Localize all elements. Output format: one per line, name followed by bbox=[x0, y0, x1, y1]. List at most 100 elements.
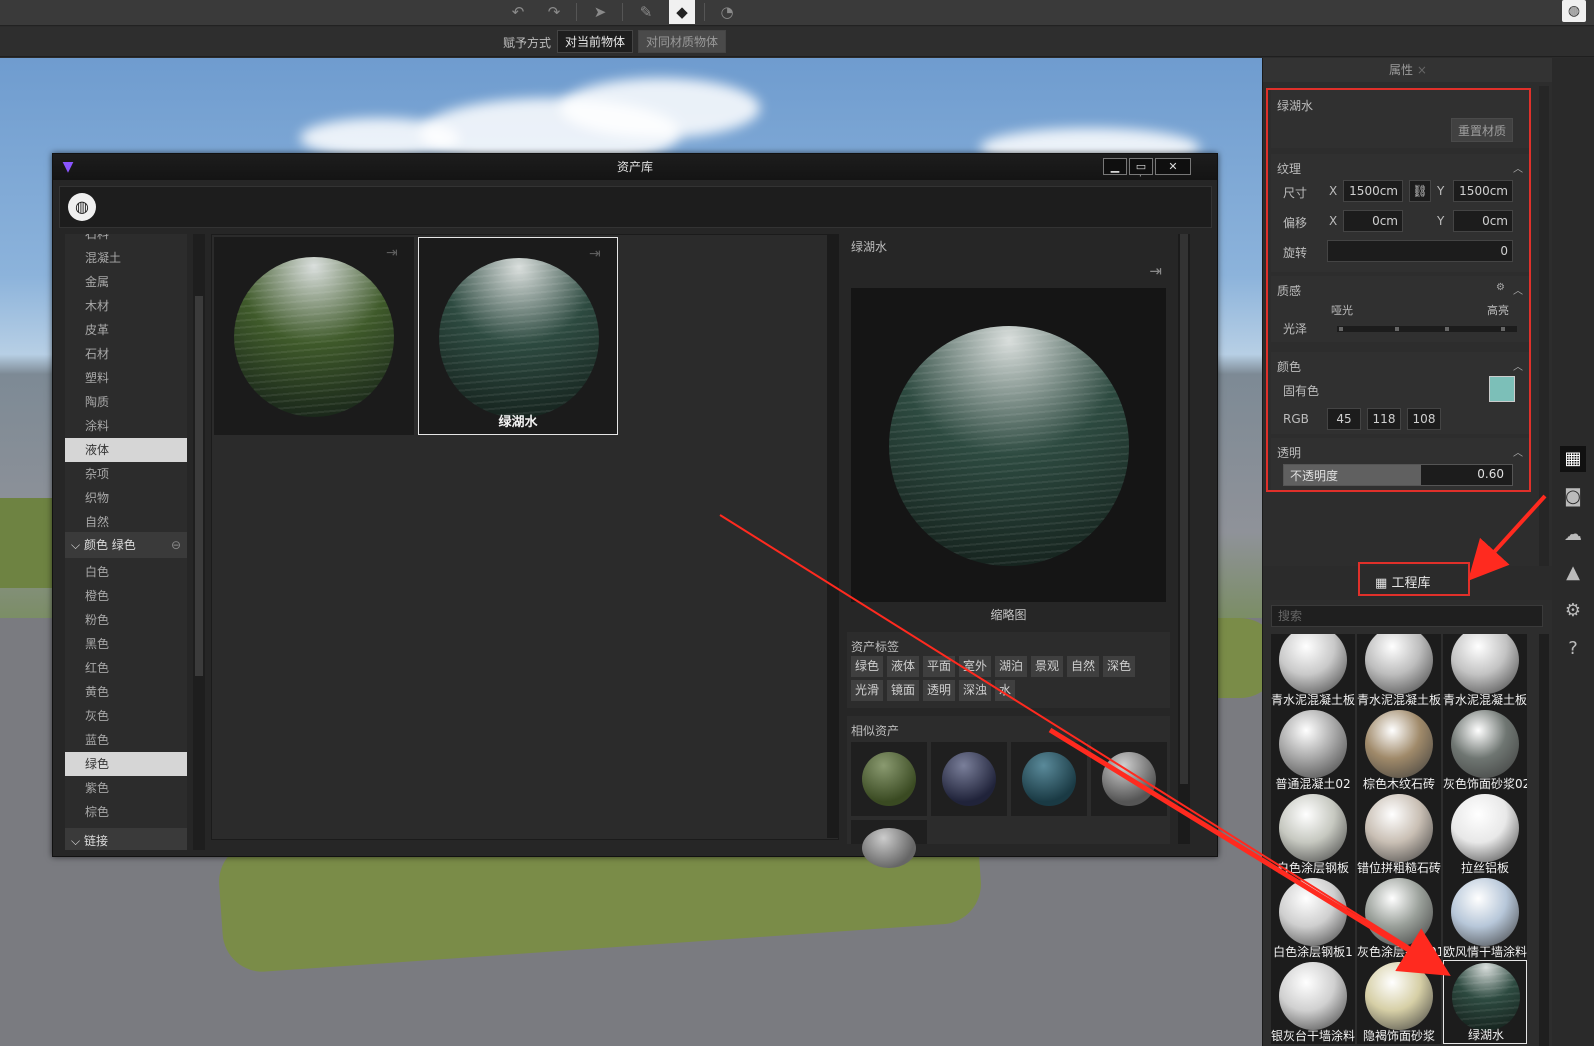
library-search-input[interactable]: 搜索 bbox=[1271, 605, 1543, 627]
category-item[interactable]: 织物 bbox=[65, 486, 187, 510]
material-card-selected[interactable]: ⇥ 绿湖水 bbox=[418, 237, 618, 435]
category-item[interactable]: 石材 bbox=[65, 342, 187, 366]
import-icon[interactable]: ⇥ bbox=[386, 245, 404, 263]
similar-asset-card[interactable] bbox=[931, 742, 1007, 816]
asset-tag[interactable]: 湖泊 bbox=[995, 656, 1028, 677]
asset-tag[interactable]: 光滑 bbox=[851, 680, 884, 701]
select-cursor-icon[interactable]: ➤ bbox=[587, 0, 613, 24]
color-filter-item[interactable]: 蓝色 bbox=[65, 728, 187, 752]
asset-tag[interactable]: 水 bbox=[995, 680, 1016, 701]
asset-tags-title: 资产标签 bbox=[851, 640, 900, 654]
similar-asset-card[interactable] bbox=[1091, 742, 1167, 816]
library-material-card[interactable]: 绿湖水 bbox=[1443, 960, 1527, 1044]
library-material-card[interactable]: 白色涂层钢板 bbox=[1271, 792, 1355, 876]
online-library-icon[interactable]: ◍ bbox=[68, 193, 96, 221]
library-material-card[interactable]: 青水泥混凝土板02 bbox=[1443, 634, 1527, 708]
asset-tag[interactable]: 绿色 bbox=[851, 656, 884, 677]
close-tab-icon[interactable]: × bbox=[1417, 63, 1427, 77]
import-icon[interactable]: ⇥ bbox=[589, 246, 607, 264]
asset-tag[interactable]: 自然 bbox=[1067, 656, 1100, 677]
collapse-circle-icon[interactable]: ⊖ bbox=[171, 532, 181, 558]
timer-icon[interactable]: ◔ bbox=[714, 0, 740, 24]
camera-icon[interactable]: ◙ bbox=[1560, 484, 1586, 510]
close-button[interactable]: ✕ bbox=[1155, 158, 1191, 175]
properties-scrollbar[interactable] bbox=[1539, 86, 1549, 566]
color-filter-item[interactable]: 绿色 bbox=[65, 752, 187, 776]
library-material-card[interactable]: 棕色木纹石砖 bbox=[1357, 708, 1441, 792]
library-material-name: 绿湖水 bbox=[1467, 1028, 1504, 1042]
material-card[interactable]: ⇥ bbox=[214, 237, 414, 435]
library-material-card[interactable]: 青水泥混凝土板02 bbox=[1357, 634, 1441, 708]
library-scrollbar[interactable] bbox=[1539, 634, 1549, 1046]
detail-scrollbar[interactable] bbox=[1178, 234, 1190, 844]
assign-current-object-button[interactable]: 对当前物体 bbox=[557, 30, 634, 53]
asset-tag[interactable]: 深色 bbox=[1103, 656, 1136, 677]
category-item[interactable]: 塑料 bbox=[65, 366, 187, 390]
asset-window-titlebar[interactable]: ▼ 资产库 ⚲ ▁ ▭ ✕ bbox=[53, 154, 1217, 180]
library-material-card[interactable]: 青水泥混凝土板02 bbox=[1271, 634, 1355, 708]
library-material-card[interactable]: 普通混凝土02 bbox=[1271, 708, 1355, 792]
library-material-sphere bbox=[1365, 634, 1433, 694]
color-filter-item[interactable]: 黑色 bbox=[65, 632, 187, 656]
color-filter-item[interactable]: 粉色 bbox=[65, 608, 187, 632]
terrain-icon[interactable]: ▲ bbox=[1560, 560, 1586, 586]
category-item[interactable]: 液体 bbox=[65, 438, 187, 462]
asset-tag[interactable]: 平面 bbox=[923, 656, 956, 677]
category-item[interactable]: 混凝土 bbox=[65, 246, 187, 270]
weather-icon[interactable]: ☁ bbox=[1560, 522, 1586, 548]
asset-tag[interactable]: 透明 bbox=[923, 680, 956, 701]
minimize-button[interactable]: ▁ bbox=[1103, 158, 1127, 175]
color-filter-item[interactable]: 棕色 bbox=[65, 800, 187, 824]
assign-same-material-button[interactable]: 对同材质物体 bbox=[638, 30, 727, 53]
category-item[interactable]: 涂料 bbox=[65, 414, 187, 438]
category-item[interactable]: 木材 bbox=[65, 294, 187, 318]
paint-bucket-icon[interactable]: ◆ bbox=[669, 0, 695, 24]
library-material-card[interactable]: 错位拼粗糙石砖 bbox=[1357, 792, 1441, 876]
settings-gear-icon[interactable]: ⚙ bbox=[1560, 598, 1586, 624]
similar-asset-card[interactable] bbox=[851, 742, 927, 816]
category-item[interactable]: 金属 bbox=[65, 270, 187, 294]
library-material-card[interactable]: 银灰台干墙涂料 bbox=[1271, 960, 1355, 1044]
library-material-card[interactable]: 欧风情干墙涂料 bbox=[1443, 876, 1527, 960]
properties-tab[interactable]: 属性 × bbox=[1263, 58, 1553, 82]
color-filter-item[interactable]: 紫色 bbox=[65, 776, 187, 800]
library-material-card[interactable]: 隐褐饰面砂浆 bbox=[1357, 960, 1441, 1044]
app-logo-icon: ▼ bbox=[62, 159, 74, 175]
link-group-header[interactable]: ⌵ 链接 bbox=[65, 828, 187, 850]
export-icon[interactable]: ⇥ bbox=[1149, 262, 1162, 280]
asset-tag[interactable]: 室外 bbox=[959, 656, 992, 677]
category-scrollbar[interactable] bbox=[193, 234, 205, 850]
scrollbar-thumb[interactable] bbox=[195, 296, 203, 676]
similar-asset-card[interactable] bbox=[851, 820, 927, 868]
color-filter-item[interactable]: 白色 bbox=[65, 560, 187, 584]
asset-tag[interactable]: 液体 bbox=[887, 656, 920, 677]
library-material-card[interactable]: 灰色涂层钢板01 bbox=[1357, 876, 1441, 960]
grid-icon[interactable]: ▦ bbox=[1560, 446, 1586, 472]
library-material-card[interactable]: 拉丝铝板 bbox=[1443, 792, 1527, 876]
grid-scrollbar[interactable] bbox=[827, 234, 839, 838]
globe-icon[interactable]: ◍ bbox=[1562, 0, 1586, 22]
category-item[interactable]: 皮革 bbox=[65, 318, 187, 342]
library-material-card[interactable]: 白色涂层钢板1 bbox=[1271, 876, 1355, 960]
asset-tag[interactable]: 深浊 bbox=[959, 680, 992, 701]
color-group-header[interactable]: ⌵ 颜色 绿色 ⊖ bbox=[65, 532, 187, 558]
scrollbar-thumb[interactable] bbox=[1180, 234, 1188, 784]
color-filter-item[interactable]: 红色 bbox=[65, 656, 187, 680]
eyedropper-icon[interactable]: ✎ bbox=[633, 0, 659, 24]
category-item[interactable]: 石料 bbox=[65, 234, 187, 246]
library-material-sphere bbox=[1365, 878, 1433, 946]
help-icon[interactable]: ? bbox=[1560, 636, 1586, 662]
color-filter-item[interactable]: 橙色 bbox=[65, 584, 187, 608]
color-filter-item[interactable]: 灰色 bbox=[65, 704, 187, 728]
similar-asset-card[interactable] bbox=[1011, 742, 1087, 816]
category-item[interactable]: 陶质 bbox=[65, 390, 187, 414]
category-item[interactable]: 自然 bbox=[65, 510, 187, 534]
maximize-button[interactable]: ▭ bbox=[1129, 158, 1153, 175]
category-item[interactable]: 杂项 bbox=[65, 462, 187, 486]
color-filter-item[interactable]: 黄色 bbox=[65, 680, 187, 704]
asset-tag[interactable]: 镜面 bbox=[887, 680, 920, 701]
redo-icon[interactable]: ↷ bbox=[541, 0, 567, 24]
library-material-card[interactable]: 灰色饰面砂浆02 bbox=[1443, 708, 1527, 792]
asset-tag[interactable]: 景观 bbox=[1031, 656, 1064, 677]
undo-icon[interactable]: ↶ bbox=[505, 0, 531, 24]
